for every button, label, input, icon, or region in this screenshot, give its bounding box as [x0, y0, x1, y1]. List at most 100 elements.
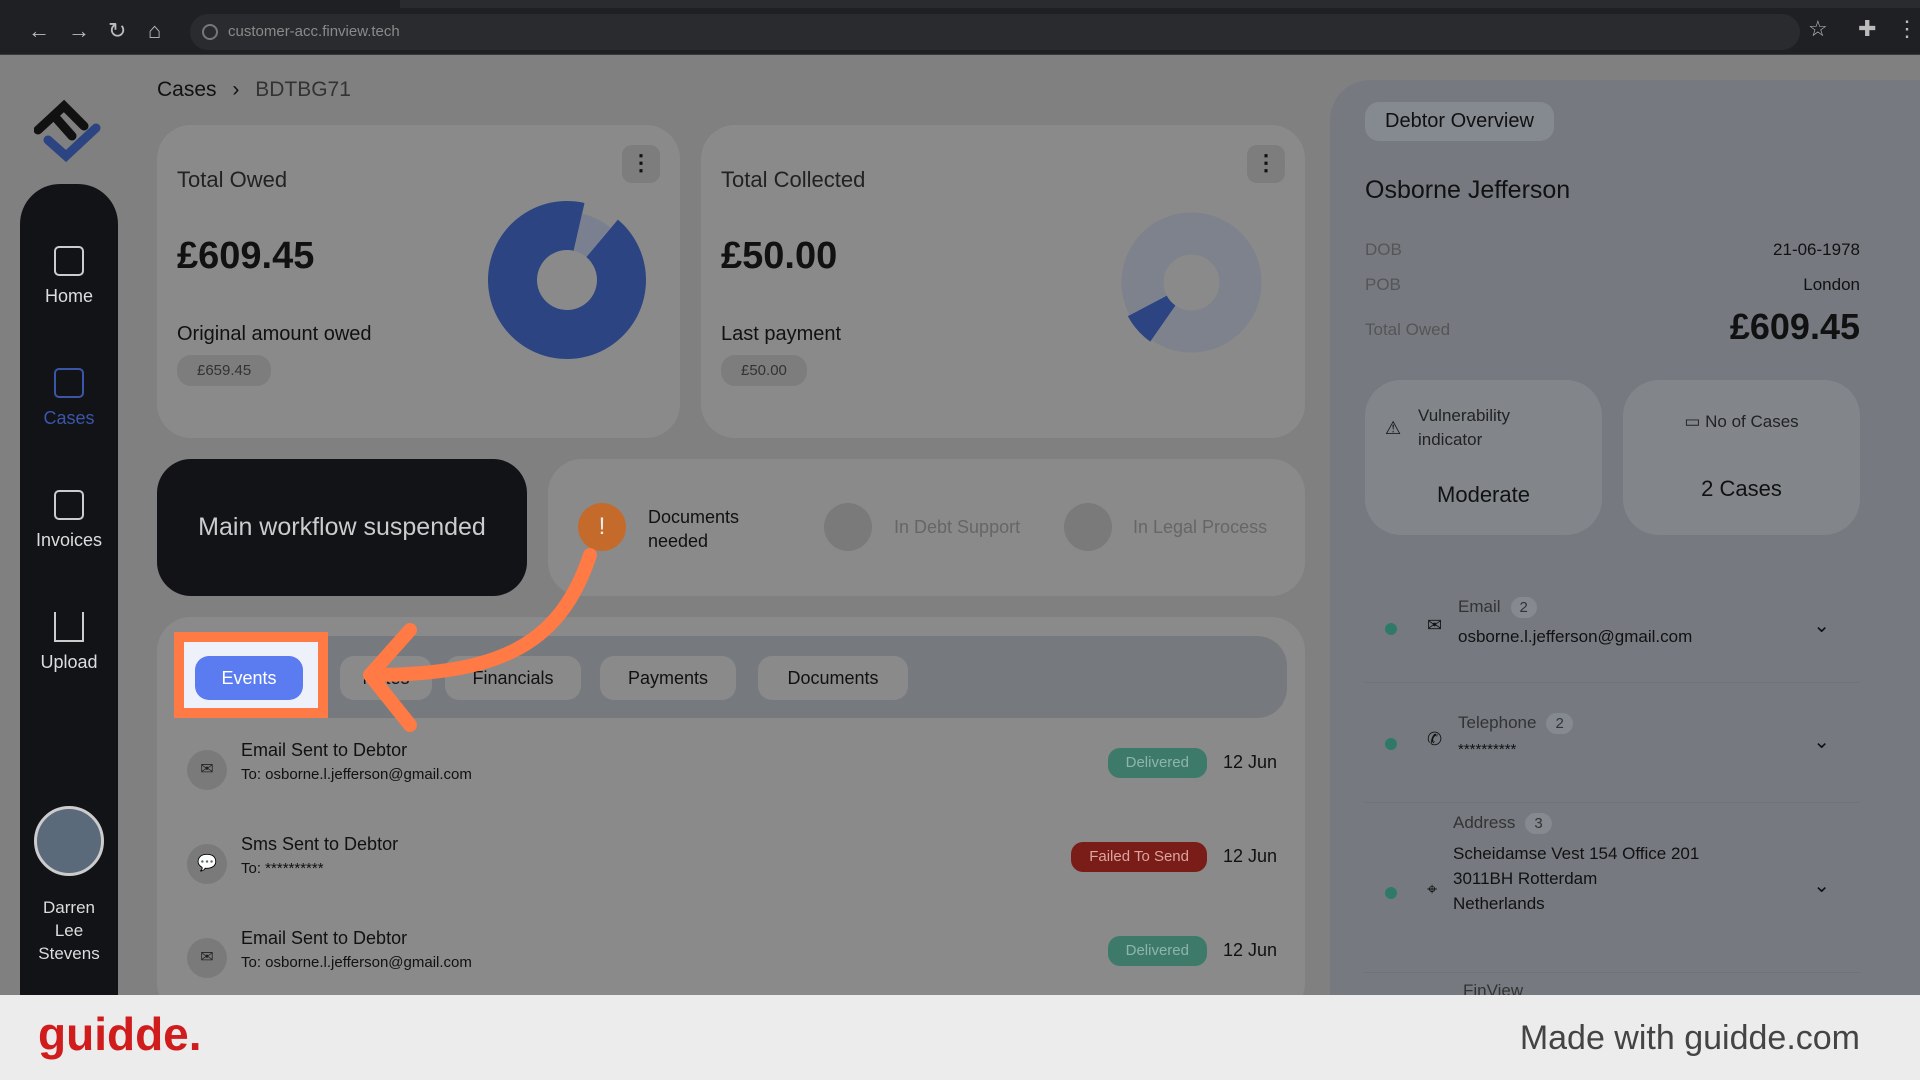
sidebar-item-cases[interactable]: Cases — [20, 368, 118, 429]
sidebar-item-home[interactable]: Home — [20, 246, 118, 307]
contact-label: Address — [1453, 813, 1516, 832]
count-badge: 2 — [1546, 713, 1573, 734]
step-inactive-icon — [824, 503, 872, 551]
event-title: Email Sent to Debtor — [241, 740, 408, 760]
chevron-right-icon: › — [232, 78, 240, 101]
vulnerability-icon: ⚠ — [1385, 418, 1402, 438]
url-text: customer-acc.finview.tech — [228, 23, 400, 40]
total-owed-amount: £609.45 — [177, 235, 315, 277]
owed-value: £609.45 — [1729, 306, 1860, 347]
event-date: 12 Jun — [1222, 752, 1277, 772]
card-title: Total Collected — [721, 167, 866, 192]
sidebar-item-label: Invoices — [35, 530, 103, 550]
dob-label: DOB — [1365, 240, 1402, 259]
contact-label: Email — [1458, 597, 1501, 616]
step-legal-process: In Legal Process — [1133, 517, 1268, 537]
reload-icon[interactable]: ↻ — [108, 18, 126, 44]
contact-telephone[interactable]: ✆ Telephone 2 ********** ⌄ — [1365, 683, 1860, 803]
warning-icon: ! — [578, 503, 626, 551]
chevron-down-icon[interactable]: ⌄ — [1813, 729, 1830, 754]
address-line: Scheidamse Vest 154 Office 201 — [1453, 844, 1700, 863]
original-amount-value: £659.45 — [177, 355, 272, 386]
debtor-overview-panel: Debtor Overview Osborne Jefferson DOB 21-… — [1330, 80, 1920, 1011]
avatar[interactable] — [34, 806, 104, 876]
event-date: 12 Jun — [1222, 846, 1277, 866]
sms-icon: 💬 — [187, 844, 227, 884]
star-icon[interactable]: ☆ — [1808, 16, 1828, 42]
mail-icon: ✉ — [1427, 615, 1443, 635]
menu-icon[interactable]: ⋮ — [1896, 16, 1918, 42]
sidebar-item-upload[interactable]: Upload — [20, 612, 118, 673]
sidebar-item-label: Cases — [43, 408, 95, 428]
debtor-overview-header: Debtor Overview — [1365, 102, 1554, 141]
event-row[interactable]: ✉ Email Sent to Debtor To: osborne.l.jef… — [175, 920, 1287, 1000]
event-row[interactable]: 💬 Sms Sent to Debtor To: ********** Fail… — [175, 826, 1287, 906]
sidebar: Home Cases Invoices Upload Darren Lee Stev… — [20, 184, 118, 995]
breadcrumb: Cases › BDTBG71 — [157, 78, 351, 102]
tab-payments[interactable]: Payments — [600, 656, 736, 700]
pointer-arrow — [363, 548, 597, 732]
more-options-icon[interactable]: ⋮ — [1247, 145, 1285, 183]
tab-events[interactable]: Events — [195, 656, 303, 700]
contact-email[interactable]: ✉ Email 2 osborne.l.jefferson@gmail.com ⌄ — [1365, 575, 1860, 683]
card-title: Total Owed — [177, 167, 288, 192]
total-collected-donut — [1121, 212, 1262, 353]
address-line: Netherlands — [1453, 894, 1545, 913]
last-payment-label: Last payment — [721, 323, 842, 345]
event-title: Sms Sent to Debtor — [241, 834, 399, 854]
mail-icon: ✉ — [187, 750, 227, 790]
vulnerability-value: Moderate — [1437, 482, 1530, 507]
status-badge: Failed To Send — [1071, 842, 1207, 872]
status-dot — [1385, 738, 1397, 750]
event-recipient: To: osborne.l.jefferson@gmail.com — [241, 954, 472, 971]
upload-icon — [54, 612, 84, 642]
cases-value: 2 Cases — [1701, 476, 1782, 501]
user-name-line: Stevens — [38, 944, 100, 963]
debtor-name: Osborne Jefferson — [1365, 176, 1571, 204]
owed-label: Total Owed — [1365, 320, 1451, 339]
contact-address[interactable]: ⌖ Address 3 Scheidamse Vest 154 Office 20… — [1365, 803, 1860, 973]
step-documents-needed: Documents needed — [648, 507, 740, 551]
tab-documents[interactable]: Documents — [758, 656, 908, 700]
address-line: 3011BH Rotterdam — [1453, 869, 1598, 888]
status-dot — [1385, 887, 1397, 899]
back-icon[interactable]: ← — [28, 18, 50, 44]
workflow-steps: ! Documents needed In Debt Support In Le… — [548, 459, 1305, 596]
telephone-value: ********** — [1458, 741, 1517, 758]
user-name: Darren Lee Stevens — [20, 896, 118, 965]
vulnerability-label: Vulnerability indicator — [1418, 406, 1510, 449]
step-inactive-icon — [1064, 503, 1112, 551]
count-badge: 3 — [1525, 813, 1552, 834]
home-icon — [54, 246, 84, 276]
id-card-icon — [54, 368, 84, 398]
breadcrumb-current: BDTBG71 — [255, 78, 351, 101]
original-amount-label: Original amount owed — [177, 323, 372, 345]
contact-label: Telephone — [1458, 713, 1537, 732]
breadcrumb-cases[interactable]: Cases — [157, 78, 217, 101]
last-payment-value: £50.00 — [721, 355, 807, 386]
url-bar[interactable]: customer-acc.finview.tech — [190, 14, 1800, 50]
step-debt-support: In Debt Support — [894, 517, 1021, 537]
event-title: Email Sent to Debtor — [241, 928, 408, 948]
cases-count-card: ▭ No of Cases 2 Cases — [1623, 380, 1860, 535]
home-icon[interactable]: ⌂ — [148, 18, 161, 44]
guidde-tagline: Made with guidde.com — [1519, 1019, 1860, 1057]
sidebar-item-label: Upload — [40, 652, 98, 672]
cases-label: No of Cases — [1705, 412, 1799, 431]
total-owed-card: Total Owed £609.45 Original amount owed … — [157, 125, 680, 438]
event-row[interactable]: ✉ Email Sent to Debtor To: osborne.l.jef… — [175, 732, 1287, 812]
more-options-icon[interactable]: ⋮ — [622, 145, 660, 183]
chevron-down-icon[interactable]: ⌄ — [1813, 873, 1830, 898]
location-pin-icon: ⌖ — [1427, 879, 1438, 899]
pob-row: POB London — [1365, 275, 1860, 295]
total-collected-card: Total Collected £50.00 Last payment £50.… — [701, 125, 1305, 438]
owed-row: Total Owed £609.45 — [1365, 306, 1860, 347]
extensions-icon[interactable]: ✚ — [1858, 16, 1876, 42]
browser-bar: ← → ↻ ⌂ customer-acc.finview.tech ☆ ✚ ⋮ — [0, 0, 1920, 55]
forward-icon[interactable]: → — [68, 18, 90, 44]
event-recipient: To: ********** — [241, 860, 324, 877]
vulnerability-card: ⚠ Vulnerability indicator Moderate — [1365, 380, 1602, 535]
status-badge: Delivered — [1107, 936, 1207, 966]
chevron-down-icon[interactable]: ⌄ — [1813, 613, 1830, 638]
sidebar-item-invoices[interactable]: Invoices — [20, 490, 118, 551]
